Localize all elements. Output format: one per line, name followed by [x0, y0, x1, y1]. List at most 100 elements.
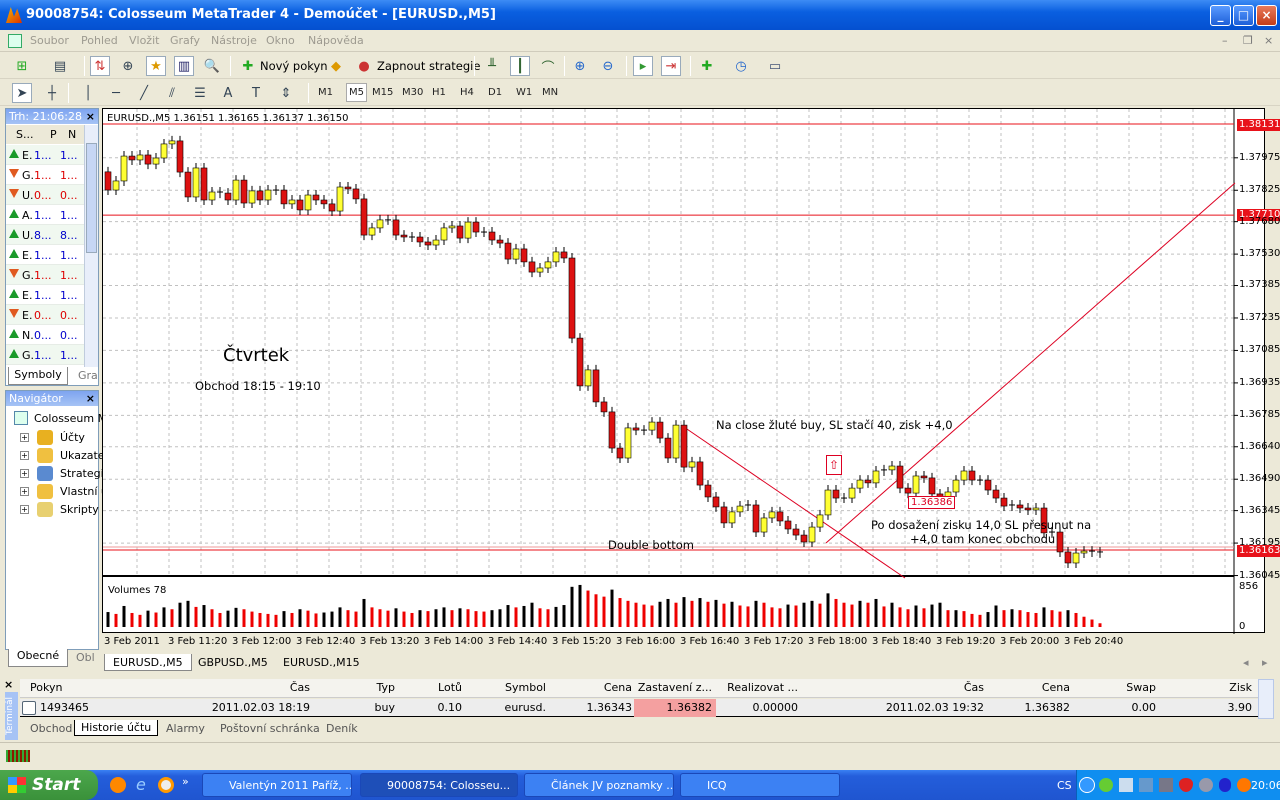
- new-order-icon[interactable]: ✚: [238, 56, 258, 76]
- chart-tab-eurusd-m5[interactable]: EURUSD.,M5: [104, 654, 192, 671]
- column-header[interactable]: Realizovat ...: [718, 680, 798, 696]
- line-chart-icon[interactable]: ⌒: [538, 56, 558, 76]
- task-metatrader[interactable]: 90008754: Colosseu...: [360, 773, 518, 797]
- column-header[interactable]: Typ: [340, 680, 396, 696]
- auto-scroll-icon[interactable]: ▸: [633, 56, 653, 76]
- mdi-minimize-button[interactable]: –: [1222, 34, 1228, 47]
- market-watch-row[interactable]: E. 0... 0...: [6, 305, 84, 325]
- timeframe-mn[interactable]: MN: [542, 87, 558, 98]
- text-tool[interactable]: A: [218, 83, 238, 103]
- tab-graf[interactable]: Gra: [78, 369, 98, 382]
- arrows-icon[interactable]: ⇕: [276, 83, 296, 103]
- menu-pohled[interactable]: Pohled: [81, 34, 118, 47]
- column-header[interactable]: Cena: [550, 680, 632, 696]
- column-header[interactable]: Lotů: [400, 680, 462, 696]
- tray-expand-icon[interactable]: [1079, 777, 1095, 793]
- avast-icon[interactable]: [1237, 778, 1251, 792]
- annotation-sl-note-2[interactable]: +4,0 tam konec obchodu: [910, 532, 1055, 546]
- column-header[interactable]: Zisk: [1158, 680, 1252, 696]
- stop-loss-price-label[interactable]: 1.36386: [908, 496, 956, 509]
- internet-explorer-icon[interactable]: e: [136, 775, 146, 794]
- display-icon[interactable]: [1159, 778, 1173, 792]
- minimize-button[interactable]: _: [1210, 5, 1231, 26]
- crosshair-icon[interactable]: ┼: [42, 83, 62, 103]
- menu-nastroje[interactable]: Nástroje: [211, 34, 257, 47]
- chart-tab-gbpusd-m5[interactable]: GBPUSD.,M5: [190, 654, 276, 671]
- tray-app-icon[interactable]: [1139, 778, 1153, 792]
- indicators-icon[interactable]: ✚: [697, 56, 717, 76]
- icq-tray-icon[interactable]: [1099, 778, 1113, 792]
- scrollbar-thumb[interactable]: [86, 143, 97, 253]
- column-header[interactable]: Čas: [800, 680, 984, 696]
- column-header[interactable]: Čas: [200, 680, 310, 696]
- annotation-trade-time[interactable]: Obchod 18:15 - 19:10: [195, 379, 321, 393]
- new-chart-icon[interactable]: ⊞: [12, 56, 32, 76]
- maximize-button[interactable]: □: [1233, 5, 1254, 26]
- equidistant-channel-icon[interactable]: ⫽: [162, 83, 182, 103]
- trendline-icon[interactable]: ╱: [134, 83, 154, 103]
- expand-icon[interactable]: +: [20, 469, 29, 478]
- mdi-close-button[interactable]: ×: [1264, 34, 1273, 47]
- expand-icon[interactable]: +: [20, 451, 29, 460]
- annotation-day[interactable]: Čtvrtek: [223, 345, 289, 366]
- menu-vlozit[interactable]: Vložit: [129, 34, 159, 47]
- timeframe-w1[interactable]: W1: [516, 87, 532, 98]
- terminal-tab[interactable]: Deník: [326, 722, 358, 735]
- volume-icon[interactable]: [1199, 778, 1213, 792]
- terminal-tab[interactable]: Alarmy: [166, 722, 205, 735]
- price-chart[interactable]: EURUSD.,M5 1.36151 1.36165 1.36137 1.361…: [102, 108, 1280, 634]
- timeframe-h4[interactable]: H4: [460, 87, 474, 98]
- market-watch-scrollbar[interactable]: [84, 125, 98, 367]
- firefox-icon[interactable]: [110, 777, 126, 793]
- zoom-out-icon[interactable]: ⊖: [598, 56, 618, 76]
- market-watch-row[interactable]: G. 1... 1...: [6, 345, 84, 365]
- annotation-double-bottom[interactable]: Double bottom: [608, 538, 694, 552]
- zoom-in-icon[interactable]: ⊕: [570, 56, 590, 76]
- chart-canvas[interactable]: [103, 109, 1266, 634]
- close-panel-icon[interactable]: ×: [86, 109, 95, 124]
- candlestick-icon[interactable]: ┃: [510, 56, 530, 76]
- close-button[interactable]: ×: [1256, 5, 1277, 26]
- market-watch-row[interactable]: U. 8... 8...: [6, 225, 84, 245]
- chart-tab-eurusd-m15[interactable]: EURUSD.,M15: [275, 654, 368, 671]
- cursor-icon[interactable]: ➤: [12, 83, 32, 103]
- timeframe-m15[interactable]: M15: [372, 87, 393, 98]
- tab-oblibene[interactable]: Obl: [76, 651, 95, 664]
- menu-grafy[interactable]: Grafy: [170, 34, 200, 47]
- horizontal-line-icon[interactable]: ─: [106, 83, 126, 103]
- market-watch-row[interactable]: N. 0... 0...: [6, 325, 84, 345]
- expert-advisors-button[interactable]: Zapnout strategie: [377, 59, 480, 73]
- tab-obecne[interactable]: Obecné: [8, 649, 68, 667]
- col-bid[interactable]: P: [50, 128, 57, 141]
- task-icq[interactable]: ICQ: [680, 773, 840, 797]
- column-header[interactable]: Pokyn: [30, 680, 90, 696]
- terminal-icon[interactable]: ▥: [174, 56, 194, 76]
- timeframe-m1[interactable]: M1: [318, 87, 333, 98]
- tab-scroll-left-icon[interactable]: ◂: [1243, 656, 1249, 669]
- terminal-tab[interactable]: Historie účtu: [74, 720, 159, 736]
- bluetooth-icon[interactable]: [1219, 778, 1231, 792]
- column-header[interactable]: Cena: [986, 680, 1070, 696]
- market-watch-row[interactable]: E. 1... 1...: [6, 145, 84, 165]
- periods-clock-icon[interactable]: ◷: [731, 56, 751, 76]
- close-panel-icon[interactable]: ×: [86, 391, 95, 406]
- market-watch-row[interactable]: E. 1... 1...: [6, 285, 84, 305]
- network-icon[interactable]: [1119, 778, 1133, 792]
- bar-chart-icon[interactable]: ╨: [482, 56, 502, 76]
- menu-napoveda[interactable]: Nápověda: [308, 34, 364, 47]
- expand-icon[interactable]: +: [20, 505, 29, 514]
- close-terminal-icon[interactable]: ×: [4, 678, 13, 691]
- market-watch-row[interactable]: E. 1... 1...: [6, 245, 84, 265]
- tab-scroll-right-icon[interactable]: ▸: [1262, 656, 1268, 669]
- profiles-icon[interactable]: ▤: [50, 56, 70, 76]
- column-header[interactable]: Swap: [1072, 680, 1156, 696]
- vertical-line-icon[interactable]: │: [78, 83, 98, 103]
- annotation-sl-note-1[interactable]: Po dosažení zisku 14,0 SL přesunut na: [871, 518, 1091, 532]
- buy-arrow-icon[interactable]: ⇧: [826, 455, 842, 475]
- media-player-icon[interactable]: [158, 777, 174, 793]
- navigator-root[interactable]: Colosseum M: [34, 412, 107, 425]
- connection-status-icon[interactable]: [6, 750, 30, 762]
- timeframe-d1[interactable]: D1: [488, 87, 502, 98]
- templates-icon[interactable]: ▭: [765, 56, 785, 76]
- col-ask[interactable]: N: [68, 128, 76, 141]
